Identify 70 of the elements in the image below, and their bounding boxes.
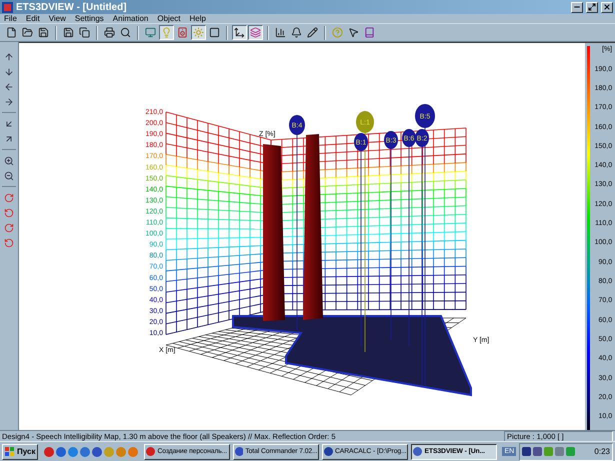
- zoom-in-button[interactable]: [2, 154, 16, 168]
- print-icon: [104, 27, 115, 38]
- zoom-out-icon: [4, 170, 14, 181]
- rotate-w-icon: [4, 238, 14, 248]
- help-icon: [332, 27, 343, 38]
- open-icon: [22, 27, 33, 38]
- layers-icon: [250, 27, 261, 38]
- chart-button[interactable]: [273, 25, 288, 40]
- context-help-icon: [348, 27, 359, 38]
- speaker-button[interactable]: [175, 25, 190, 40]
- app-icon: [2, 2, 13, 13]
- book-icon: [364, 27, 375, 38]
- menu-item[interactable]: File: [4, 14, 17, 24]
- book-button[interactable]: [362, 25, 377, 40]
- bulb-icon: [161, 27, 172, 38]
- menu-item[interactable]: Object: [157, 14, 180, 24]
- new-button[interactable]: [4, 25, 19, 40]
- save-icon: [38, 27, 49, 38]
- save-as-button[interactable]: [61, 25, 76, 40]
- quick-launch-icon[interactable]: [92, 446, 102, 457]
- restore-button[interactable]: [586, 2, 598, 13]
- layers-button[interactable]: [248, 25, 263, 40]
- speaker-icon: [177, 27, 188, 38]
- app-icon: [324, 447, 333, 456]
- axes-icon: [234, 27, 245, 38]
- minimize-button[interactable]: [571, 2, 583, 13]
- down-icon: [4, 66, 14, 77]
- left-icon: [4, 82, 14, 92]
- menu-item[interactable]: View: [48, 14, 66, 24]
- monitor-button[interactable]: [143, 25, 158, 40]
- bulb-button[interactable]: [159, 25, 174, 40]
- right-icon: [4, 96, 14, 107]
- menu-item[interactable]: Settings: [74, 14, 104, 24]
- menu-item[interactable]: Help: [190, 14, 206, 24]
- rotate-y-icon: [4, 208, 14, 218]
- axes-button[interactable]: [232, 25, 247, 40]
- close-button[interactable]: [601, 2, 613, 13]
- zoom-out-button[interactable]: [2, 169, 16, 182]
- sun-icon: [193, 27, 204, 38]
- quick-launch-icon[interactable]: [44, 446, 54, 457]
- bell-icon: [291, 27, 302, 38]
- edit-icon: [307, 27, 318, 38]
- zoom-in-icon: [4, 156, 14, 166]
- windows-flag-icon: [5, 447, 15, 456]
- new-icon: [6, 27, 17, 38]
- down-left-icon: [4, 118, 14, 129]
- restore-icon: [588, 3, 596, 12]
- rotate-x-icon: [4, 192, 14, 203]
- preview-icon: [120, 27, 131, 38]
- app-icon: [146, 447, 156, 456]
- close-icon: [603, 3, 611, 12]
- chart-icon: [275, 27, 286, 38]
- save-button[interactable]: [36, 25, 51, 40]
- sun-button[interactable]: [191, 25, 206, 40]
- window-title: ETS3DVIEW - [Untitled]: [16, 2, 128, 13]
- up-right-icon: [4, 134, 14, 144]
- save-as-icon: [63, 27, 74, 38]
- app-icon: [413, 447, 422, 456]
- up-icon: [4, 52, 14, 62]
- monitor-icon: [145, 27, 156, 38]
- start-button[interactable]: Пуск: [2, 444, 38, 460]
- quick-launch-icon[interactable]: [56, 446, 66, 457]
- clock: 0:23: [594, 447, 610, 456]
- menu-item[interactable]: Animation: [112, 14, 148, 24]
- copy-icon: [79, 27, 90, 38]
- menu-item[interactable]: Edit: [26, 14, 40, 24]
- surface-button[interactable]: [207, 25, 222, 40]
- rotate-z-icon: [4, 222, 14, 233]
- app-icon: [235, 447, 244, 456]
- surface-icon: [209, 27, 220, 38]
